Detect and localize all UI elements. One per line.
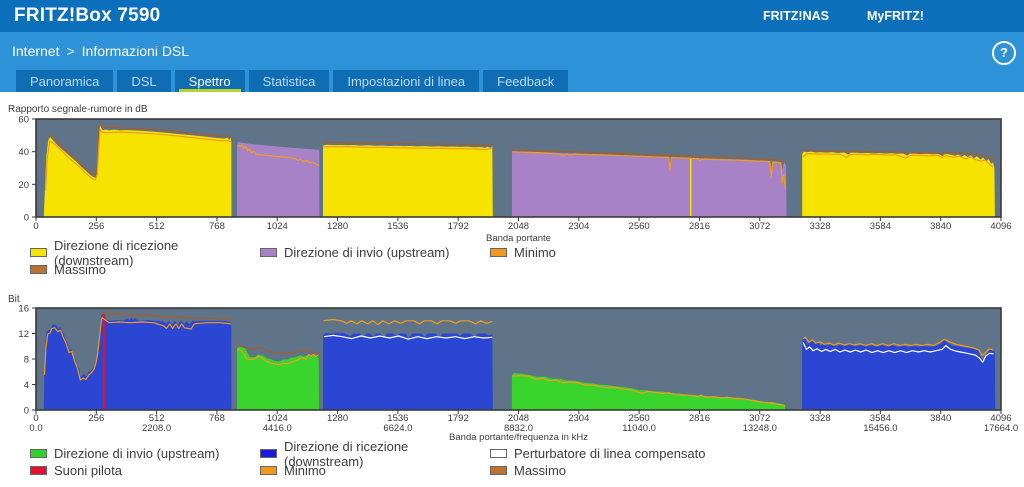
legend-label: Massimo (514, 463, 567, 478)
legend-item: Direzione di ricezione (downstream) (260, 439, 490, 469)
breadcrumb-separator-icon: > (66, 43, 75, 59)
svg-text:4: 4 (24, 380, 29, 391)
svg-text:3328: 3328 (809, 413, 830, 424)
legend-label: Perturbatore di linea compensato (514, 446, 706, 461)
legend-item: Direzione di ricezione (downstream) (30, 238, 260, 268)
svg-text:2560: 2560 (629, 221, 650, 232)
svg-text:768: 768 (209, 221, 225, 232)
legend-item: Minimo (260, 463, 490, 478)
svg-text:1792: 1792 (448, 221, 469, 232)
legend-label: Direzione di invio (upstream) (284, 245, 450, 260)
tab-dsl[interactable]: DSL (117, 70, 171, 92)
legend-swatch-icon (260, 449, 277, 458)
help-icon[interactable]: ? (992, 41, 1016, 65)
snr-spectrum-chart: 0 256 512 768 1024 1280 1536 1792 2048 2304 2560 28… (8, 104, 1012, 244)
app-title: FRITZ!Box 7590 (14, 5, 161, 26)
svg-text:1280: 1280 (327, 221, 348, 232)
svg-text:2816: 2816 (689, 413, 710, 424)
svg-text:60: 60 (18, 115, 29, 126)
tab-impostazioni-di-linea[interactable]: Impostazioni di linea (333, 70, 480, 92)
tab-feedback[interactable]: Feedback (483, 70, 569, 92)
svg-text:512: 512 (149, 221, 165, 232)
snr-chart-legend: Direzione di ricezione (downstream) Direz… (30, 238, 820, 277)
svg-text:Bit: Bit (8, 294, 20, 305)
svg-text:3072: 3072 (749, 221, 770, 232)
legend-item: Direzione di invio (upstream) (260, 245, 490, 260)
svg-text:20: 20 (18, 180, 29, 191)
svg-text:3840: 3840 (930, 221, 951, 232)
content-area: 0 256 512 768 1024 1280 1536 1792 2048 2304 2560 28… (0, 92, 1024, 487)
svg-text:4096: 4096 (990, 221, 1011, 232)
svg-text:0.0: 0.0 (29, 423, 42, 434)
svg-text:1536: 1536 (387, 221, 408, 232)
legend-swatch-icon (30, 466, 47, 475)
svg-text:Rapporto segnale-rumore in dB: Rapporto segnale-rumore in dB (8, 104, 148, 115)
legend-swatch-icon (490, 248, 507, 257)
svg-text:17664.0: 17664.0 (984, 423, 1018, 434)
legend-swatch-icon (30, 248, 47, 257)
svg-text:768: 768 (209, 413, 225, 424)
tab-statistica[interactable]: Statistica (248, 70, 330, 92)
tab-panoramica[interactable]: Panoramica (16, 70, 114, 92)
legend-swatch-icon (30, 265, 47, 274)
svg-text:1280: 1280 (327, 413, 348, 424)
svg-text:11040.0: 11040.0 (622, 423, 656, 434)
breadcrumb-section[interactable]: Internet (12, 43, 59, 59)
legend-item: Perturbatore di linea compensato (490, 446, 820, 461)
legend-item: Suoni pilota (30, 463, 260, 478)
svg-text:3584: 3584 (870, 221, 891, 232)
myfritz-link[interactable]: MyFRITZ! (867, 9, 924, 23)
svg-text:2304: 2304 (568, 413, 589, 424)
svg-text:16: 16 (18, 304, 29, 315)
svg-text:15456.0: 15456.0 (863, 423, 897, 434)
svg-text:4416.0: 4416.0 (263, 423, 292, 434)
legend-swatch-icon (260, 466, 277, 475)
svg-text:2304: 2304 (568, 221, 589, 232)
legend-swatch-icon (260, 248, 277, 257)
tab-bar: Panoramica DSL Spettro Statistica Impostazio… (16, 70, 569, 92)
legend-swatch-icon (490, 466, 507, 475)
app-header: FRITZ!Box 7590 FRITZ!NAS MyFRITZ! (0, 0, 1024, 32)
legend-item: Direzione di invio (upstream) (30, 446, 260, 461)
breadcrumb: Internet > Informazioni DSL (12, 43, 189, 59)
legend-item: Massimo (30, 262, 260, 277)
legend-label: Suoni pilota (54, 463, 122, 478)
svg-text:3328: 3328 (809, 221, 830, 232)
svg-text:40: 40 (18, 147, 29, 158)
legend-label: Minimo (284, 463, 326, 478)
fritzbox-page: FRITZ!Box 7590 FRITZ!NAS MyFRITZ! Intern… (0, 0, 1024, 487)
legend-label: Minimo (514, 245, 556, 260)
fritznas-link[interactable]: FRITZ!NAS (763, 9, 829, 23)
svg-text:1024: 1024 (267, 221, 288, 232)
sub-header: Internet > Informazioni DSL ? Panoramica DS… (0, 32, 1024, 92)
bit-chart-legend: Direzione di invio (upstream) Direzione d… (30, 439, 820, 478)
legend-label: Massimo (54, 262, 107, 277)
legend-swatch-icon (490, 449, 507, 458)
svg-text:0: 0 (33, 221, 38, 232)
svg-text:8: 8 (24, 355, 29, 366)
svg-text:256: 256 (88, 413, 104, 424)
svg-text:0: 0 (24, 213, 29, 224)
svg-text:2816: 2816 (689, 221, 710, 232)
svg-text:2208.0: 2208.0 (142, 423, 171, 434)
svg-text:256: 256 (88, 221, 104, 232)
svg-text:2048: 2048 (508, 221, 529, 232)
breadcrumb-page: Informazioni DSL (81, 43, 190, 59)
tab-spettro[interactable]: Spettro (174, 70, 245, 92)
bit-spectrum-chart: 00.0256 5122208.0768 10244416.01280 1536662… (8, 294, 1018, 443)
svg-text:1792: 1792 (448, 413, 469, 424)
svg-text:12: 12 (18, 329, 29, 340)
legend-item: Massimo (490, 463, 820, 478)
svg-text:Banda portante: Banda portante (486, 233, 551, 244)
svg-text:6624.0: 6624.0 (383, 423, 412, 434)
svg-text:3840: 3840 (930, 413, 951, 424)
help-icon-glyph: ? (1000, 45, 1008, 60)
svg-text:0: 0 (24, 406, 29, 417)
legend-label: Direzione di invio (upstream) (54, 446, 220, 461)
svg-text:13248.0: 13248.0 (743, 423, 777, 434)
legend-item: Minimo (490, 245, 820, 260)
legend-swatch-icon (30, 449, 47, 458)
